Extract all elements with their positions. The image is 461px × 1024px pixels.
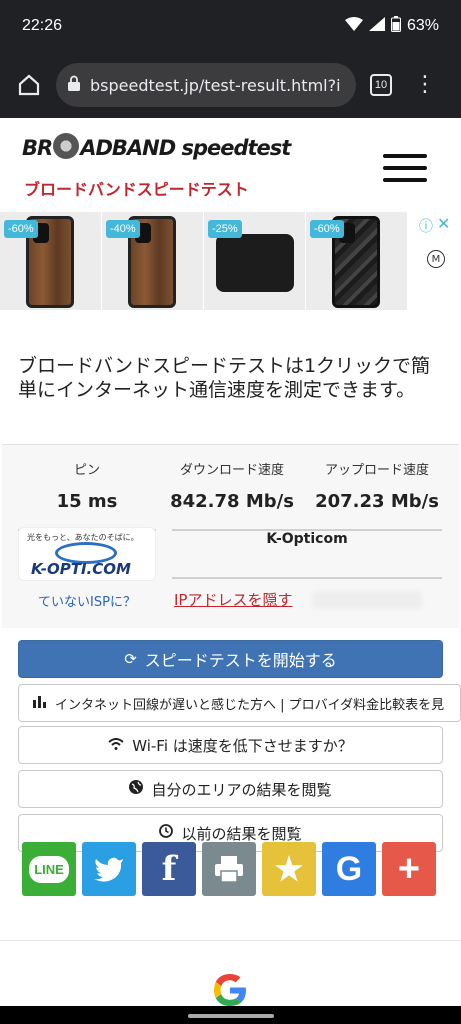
google-icon: G (335, 849, 363, 888)
ping-label: ピン (73, 463, 100, 478)
discount-badge: -25% (208, 220, 242, 238)
blurred-ip-address (312, 591, 422, 609)
star-icon: ★ (274, 851, 304, 887)
site-logo[interactable]: BR ADBAND speedtest (22, 133, 291, 162)
ping-value: 15 ms (56, 491, 118, 512)
start-speedtest-label: スピードテストを開始する (144, 651, 337, 670)
logo-text-right: ADBAND speedtest (80, 136, 291, 160)
not-your-isp-link[interactable]: ていないISPに？ (18, 591, 156, 610)
signal-icon (368, 16, 385, 36)
upload-label: アップロード速度 (324, 463, 429, 478)
download-label: ダウンロード速度 (179, 463, 284, 478)
lock-icon (68, 75, 80, 95)
site-header: BR ADBAND speedtest ブロードバンドスピードテスト (0, 118, 461, 210)
plus-icon: + (397, 847, 421, 890)
ad-product[interactable]: -60% (306, 212, 407, 310)
home-icon (18, 74, 40, 96)
provider-compare-label: インタネット回線が遅いと感じた方へ | プロバイダ料金比較表を見 (55, 697, 445, 713)
facebook-share-button[interactable]: f (142, 842, 196, 896)
provider-compare-button[interactable]: インタネット回線が遅いと感じた方へ | プロバイダ料金比較表を見 (18, 684, 461, 722)
wifi-icon (344, 16, 363, 36)
printer-icon (215, 856, 243, 882)
line-share-button[interactable]: LINE (22, 842, 76, 896)
ad-product[interactable]: -40% (102, 212, 203, 310)
clock-icon (159, 824, 174, 842)
url-text: bspeedtest.jp/test-result.html?i (90, 75, 341, 95)
more-share-button[interactable]: + (382, 842, 436, 896)
start-speedtest-button[interactable]: ⟳ スピードテストを開始する (18, 640, 443, 678)
home-button[interactable] (12, 68, 46, 102)
hide-ip-link[interactable]: IPアドレスを隠す (174, 589, 292, 610)
ad-product[interactable]: -60% (0, 212, 101, 310)
ad-banner[interactable]: -60% -40% -25% -60% ⓘ ✕ M (0, 212, 461, 312)
wifi-question-button[interactable]: Wi-Fi は速度を低下させますか？ (18, 726, 443, 764)
tab-switcher-button[interactable]: 10 (370, 74, 392, 96)
discount-badge: -40% (106, 220, 140, 238)
web-page: BR ADBAND speedtest ブロードバンドスピードテスト -60% -… (0, 118, 461, 1006)
google-share-button[interactable]: G (322, 842, 376, 896)
results-panel: ピン ダウンロード速度 アップロード速度 15 ms 842.78 Mb/s 2… (2, 444, 459, 628)
wifi-icon (108, 736, 124, 754)
print-button[interactable] (202, 842, 256, 896)
status-time: 22:26 (22, 17, 63, 34)
globe-icon (129, 780, 144, 798)
hamburger-menu-icon[interactable] (383, 154, 427, 182)
intro-text: ブロードバンドスピードテストは1クリックで簡単にインターネット通信速度を測定でき… (18, 355, 431, 401)
bar-chart-icon (33, 694, 47, 712)
previous-results-label: 以前の結果を閲覧 (181, 824, 302, 843)
logo-subtitle: ブロードバンドスピードテスト (24, 180, 249, 199)
favorite-button[interactable]: ★ (262, 842, 316, 896)
line-icon: LINE (29, 855, 69, 883)
download-value: 842.78 Mb/s (170, 491, 294, 512)
ad-product[interactable]: -25% (204, 212, 305, 310)
twitter-share-button[interactable] (82, 842, 136, 896)
upload-value: 207.23 Mb/s (315, 491, 439, 512)
twitter-icon (94, 857, 123, 882)
discount-badge: -60% (4, 220, 38, 238)
ad-controls: ⓘ ✕ M (409, 212, 461, 310)
ad-brand-icon[interactable]: M (427, 250, 445, 268)
speedometer-icon (53, 133, 80, 159)
status-bar: 22:26 63% (0, 0, 461, 52)
system-navigation-bar (0, 1006, 461, 1024)
isp-logo-text: K-OPTI.COM (31, 560, 131, 578)
ad-close-icon[interactable]: ✕ (437, 214, 450, 233)
wifi-question-label: Wi-Fi は速度を低下させますか？ (132, 736, 353, 755)
facebook-icon: f (161, 849, 177, 889)
battery-icon (390, 15, 401, 37)
isp-logo: 光をもっと、あなたのそばに。 K-OPTI.COM (18, 527, 156, 581)
home-gesture-handle[interactable] (188, 1014, 274, 1018)
status-icons: 63% (344, 15, 439, 37)
overflow-menu-icon[interactable]: ⋮ (414, 74, 436, 96)
area-results-button[interactable]: 自分のエリアの結果を閲覧 (18, 770, 443, 808)
address-bar[interactable]: bspeedtest.jp/test-result.html?i (56, 63, 356, 107)
discount-badge: -60% (310, 220, 344, 238)
area-results-label: 自分のエリアの結果を閲覧 (151, 780, 332, 799)
battery-percent: 63% (406, 17, 439, 34)
share-buttons: LINE f ★ G + (22, 842, 436, 898)
google-logo-icon (210, 970, 250, 1006)
logo-text-left: BR (22, 136, 53, 160)
refresh-icon: ⟳ (124, 650, 137, 668)
browser-toolbar: bspeedtest.jp/test-result.html?i 10 ⋮ (0, 52, 461, 118)
ad-info-icon[interactable]: ⓘ (419, 216, 433, 236)
isp-name: K-Opticom (266, 531, 348, 547)
